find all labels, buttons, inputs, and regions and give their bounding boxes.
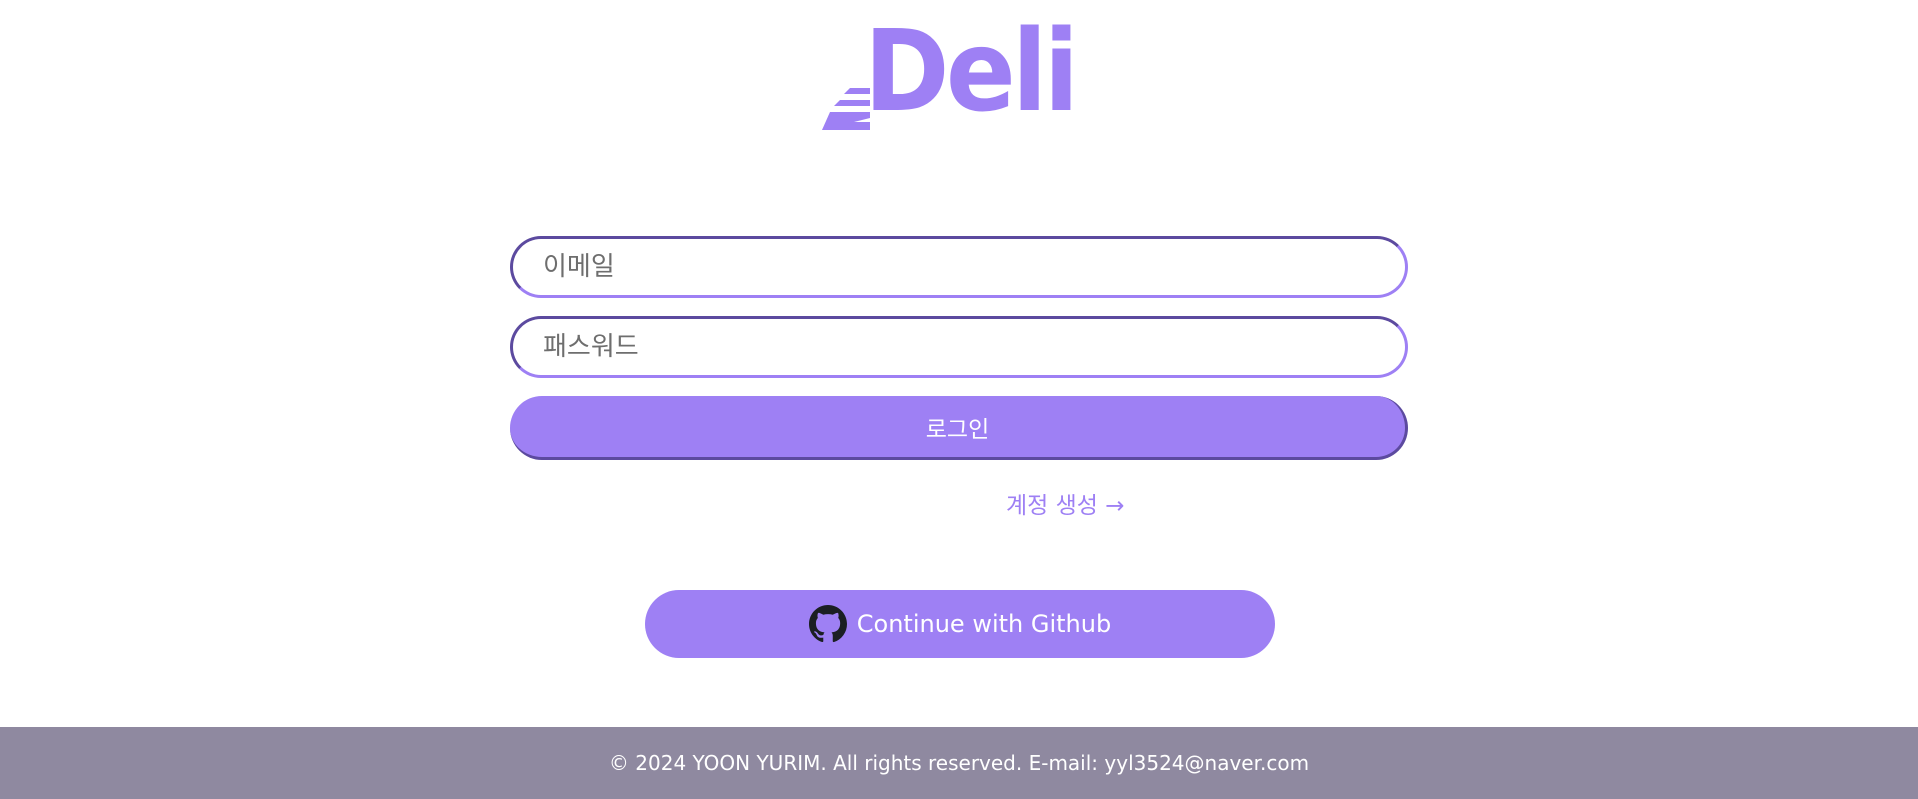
- login-page: Deli 로그인 계정 생성 → Continue with Github © …: [0, 0, 1918, 799]
- email-field[interactable]: [513, 239, 1405, 295]
- footer-copyright: © 2024 YOON YURIM. All rights reserved. …: [608, 751, 1310, 775]
- github-button-label: Continue with Github: [856, 610, 1112, 638]
- logo-text: Deli: [864, 7, 1079, 137]
- password-field-wrapper: [510, 316, 1408, 378]
- footer: © 2024 YOON YURIM. All rights reserved. …: [0, 727, 1918, 799]
- email-field-wrapper: [510, 236, 1408, 298]
- login-button[interactable]: 로그인: [510, 396, 1408, 460]
- github-icon: [808, 605, 847, 643]
- deli-logo: Deli: [822, 16, 1079, 138]
- create-account-link[interactable]: 계정 생성 →: [1006, 486, 1125, 520]
- github-login-button[interactable]: Continue with Github: [645, 590, 1275, 658]
- password-field[interactable]: [513, 319, 1405, 375]
